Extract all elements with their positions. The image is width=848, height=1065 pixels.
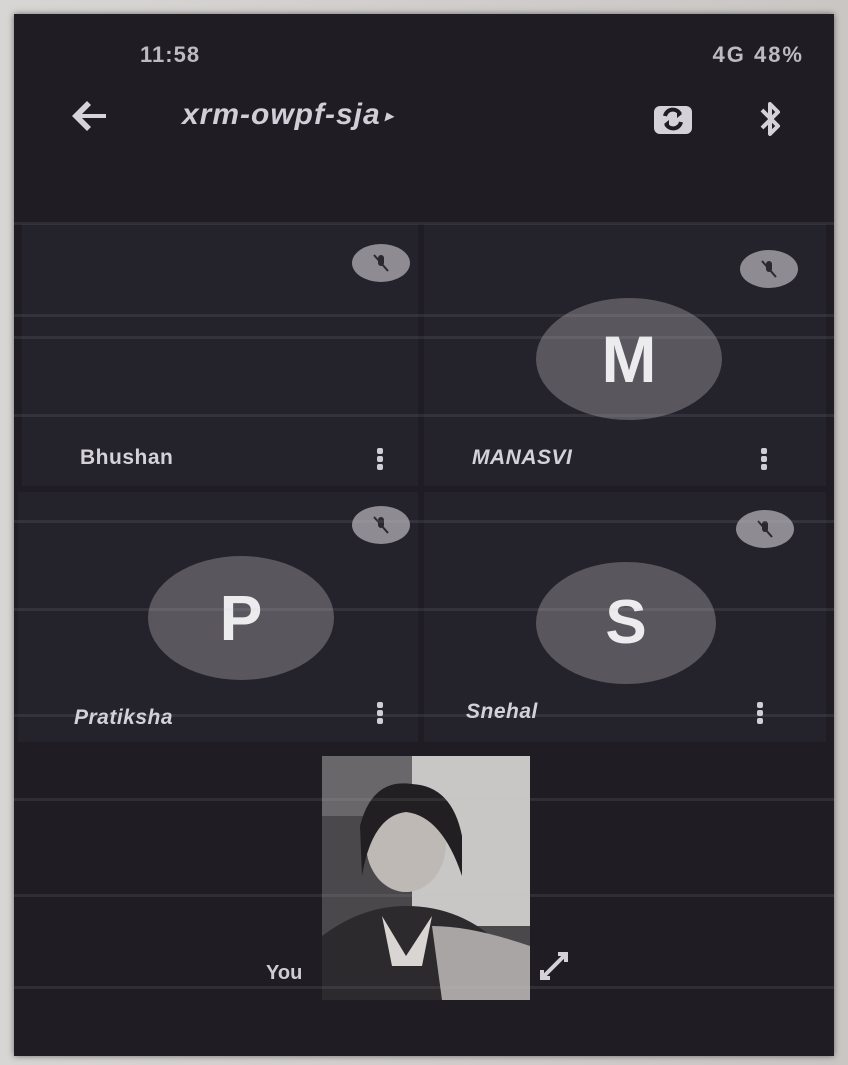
status-time: 11:58	[140, 42, 201, 67]
switch-camera-icon	[654, 106, 692, 134]
participant-name: Bhushan	[80, 446, 174, 469]
call-header: xrm-owpf-sja ▸	[14, 84, 834, 164]
mic-off-badge	[352, 244, 410, 282]
avatar: S	[536, 562, 716, 684]
avatar: M	[536, 298, 722, 420]
mic-off-badge	[352, 506, 410, 544]
self-video-feed	[322, 756, 530, 1000]
status-bar: 11:58 4G 48%	[14, 38, 834, 78]
avatar: P	[148, 556, 334, 680]
participant-name: Pratiksha	[74, 706, 174, 729]
meeting-code-text: xrm-owpf-sja	[182, 98, 381, 131]
audio-output-button[interactable]	[750, 94, 790, 144]
switch-camera-button[interactable]	[648, 94, 698, 144]
mic-off-icon	[761, 260, 777, 278]
unpin-icon	[540, 952, 568, 980]
status-indicators: 4G 48%	[712, 42, 804, 67]
participant-tile[interactable]: M MANASVI	[424, 224, 826, 486]
mic-off-badge	[736, 510, 794, 548]
mic-off-icon	[757, 520, 773, 538]
self-label: You	[266, 962, 303, 984]
arrow-back-icon	[72, 101, 106, 131]
self-view[interactable]	[322, 756, 530, 1000]
chevron-right-icon: ▸	[384, 108, 394, 126]
phone-screen: 11:58 4G 48% xrm-owpf-sja ▸ Bhushan M MA…	[14, 14, 834, 1056]
participant-tile[interactable]: P Pratiksha	[18, 492, 418, 742]
bluetooth-icon	[760, 102, 780, 136]
participant-tile[interactable]: S Snehal	[424, 492, 826, 742]
participant-tile[interactable]: Bhushan	[22, 224, 418, 636]
mic-off-badge	[740, 250, 798, 288]
participant-name: MANASVI	[472, 446, 573, 469]
back-button[interactable]	[66, 92, 114, 140]
more-options-button[interactable]	[370, 700, 390, 730]
more-options-button[interactable]	[754, 446, 774, 476]
mic-off-icon	[373, 516, 389, 534]
participant-name: Snehal	[466, 700, 538, 723]
more-options-button[interactable]	[750, 700, 770, 730]
mic-off-icon	[373, 254, 389, 272]
meeting-code[interactable]: xrm-owpf-sja ▸	[182, 98, 394, 132]
more-options-button[interactable]	[370, 446, 390, 476]
unpin-button[interactable]	[536, 948, 578, 984]
